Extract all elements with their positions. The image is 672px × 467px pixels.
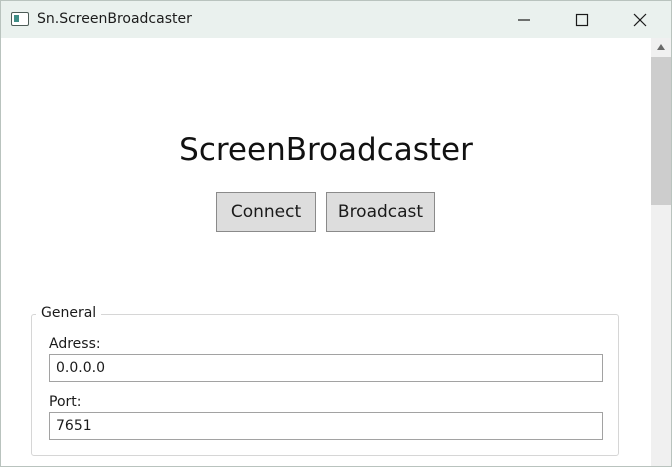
address-input[interactable] xyxy=(49,354,603,382)
title-bar[interactable]: Sn.ScreenBroadcaster xyxy=(1,1,671,38)
port-input[interactable] xyxy=(49,412,603,440)
address-label: Adress: xyxy=(49,336,101,352)
scroll-up-icon xyxy=(657,44,665,50)
app-window: Sn.ScreenBroadcaster ScreenBroadcaster C… xyxy=(0,0,672,467)
page-title: ScreenBroadcaster xyxy=(179,132,473,168)
general-group-title: General xyxy=(36,305,102,321)
broadcast-button[interactable]: Broadcast xyxy=(326,192,435,232)
minimize-button[interactable] xyxy=(495,1,553,38)
connect-button[interactable]: Connect xyxy=(216,192,316,232)
maximize-button[interactable] xyxy=(553,1,611,38)
app-window-icon xyxy=(11,12,29,26)
client-area: ScreenBroadcaster Connect Broadcast Gene… xyxy=(1,38,651,466)
close-button[interactable] xyxy=(611,1,669,38)
close-icon xyxy=(633,13,647,27)
scroll-up-button[interactable] xyxy=(651,38,671,56)
minimize-icon xyxy=(518,19,530,21)
window-title: Sn.ScreenBroadcaster xyxy=(37,11,192,27)
port-label: Port: xyxy=(49,394,82,410)
vertical-scrollbar[interactable] xyxy=(651,38,671,466)
scroll-thumb[interactable] xyxy=(651,57,671,205)
maximize-icon xyxy=(575,13,589,27)
